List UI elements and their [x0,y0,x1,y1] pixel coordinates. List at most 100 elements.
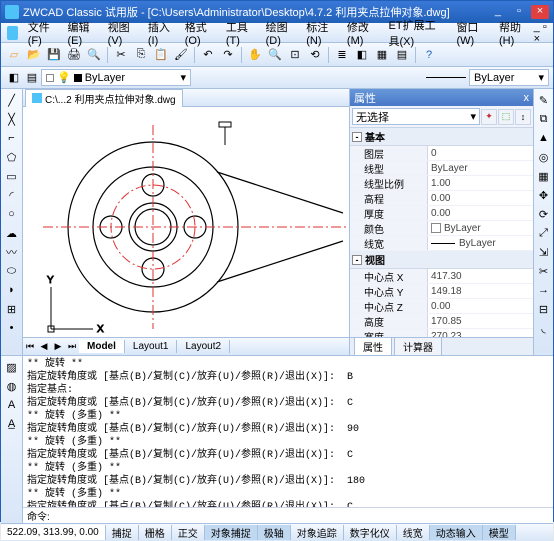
menu-insert[interactable]: 插入(I) [142,17,179,49]
polar-toggle[interactable]: 极轴 [258,525,291,540]
tab-next-icon[interactable]: ▶ [51,341,65,352]
break-icon[interactable]: ⊟ [535,300,553,318]
zoom-rt-icon[interactable]: 🔍 [266,46,284,64]
pline-icon[interactable]: ⌐ [3,129,21,147]
pan-icon[interactable]: ✋ [246,46,264,64]
extend-icon[interactable]: → [535,281,553,299]
print-icon[interactable]: 🖨 [65,46,83,64]
calc-icon[interactable]: ▤ [393,46,411,64]
redo-icon[interactable]: ↷ [219,46,237,64]
polygon-icon[interactable]: ⬠ [3,148,21,166]
tab-prev-icon[interactable]: ◀ [37,341,51,352]
xline-icon[interactable]: ╳ [3,110,21,128]
panel-close-icon[interactable]: x [524,92,530,104]
menu-edit[interactable]: 编辑(E) [61,17,101,49]
text-icon[interactable]: A [3,396,21,414]
save-icon[interactable]: 💾 [45,46,63,64]
doc-close-button[interactable]: × [534,33,540,45]
copy-icon[interactable]: ⎘ [132,46,150,64]
design-icon[interactable]: ◧ [353,46,371,64]
point-icon[interactable]: • [3,319,21,337]
rect-icon[interactable]: ▭ [3,167,21,185]
region-icon[interactable]: ◍ [3,377,21,395]
prop-width-val[interactable]: 270.23 [428,329,533,337]
prop-elev-val[interactable]: 0.00 [428,191,533,205]
array-icon[interactable]: ▦ [535,167,553,185]
menu-help[interactable]: 帮助(H) [493,17,534,49]
menu-dim[interactable]: 标注(N) [300,17,341,49]
tool-pal-icon[interactable]: ▦ [373,46,391,64]
tab-first-icon[interactable]: ⏮ [23,341,37,352]
cat-view[interactable]: -视图 [350,251,533,269]
stretch-icon[interactable]: ⇲ [535,243,553,261]
move-icon[interactable]: ✥ [535,186,553,204]
help-icon[interactable]: ? [420,46,438,64]
doc-max-button[interactable]: ▫ [543,21,547,33]
prop-thick-val[interactable]: 0.00 [428,206,533,220]
tab-model[interactable]: Model [79,340,125,353]
paste-icon[interactable]: 📋 [152,46,170,64]
tab-properties[interactable]: 属性 [354,337,392,355]
match-icon[interactable]: 🖌 [172,46,190,64]
copy-obj-icon[interactable]: ⧉ [535,110,553,128]
cat-basic[interactable]: -基本 [350,128,533,146]
dig-toggle[interactable]: 数字化仪 [344,525,397,540]
new-icon[interactable]: ▱ [5,46,23,64]
zoom-prev-icon[interactable]: ⟲ [306,46,324,64]
revcloud-icon[interactable]: ☁ [3,224,21,242]
menu-tools[interactable]: 工具(T) [220,17,260,49]
linetype-select[interactable]: ByLayer ▾ [469,69,549,86]
block-icon[interactable]: ⊞ [3,300,21,318]
tab-last-icon[interactable]: ⏭ [65,341,79,352]
ellipse-icon[interactable]: ⬭ [3,262,21,280]
prop-layer-val[interactable]: 0 [428,146,533,160]
otrack-toggle[interactable]: 对象追踪 [291,525,344,540]
drawing-canvas[interactable]: Y X [23,107,349,337]
mirror-icon[interactable]: ▲ [535,129,553,147]
doc-min-button[interactable]: _ [534,21,540,33]
line-icon[interactable]: ╱ [3,91,21,109]
quick-select-icon[interactable]: ✦ [481,109,497,125]
spline-icon[interactable]: 〰 [3,243,21,261]
color-icon[interactable]: ◧ [5,69,23,87]
offset-icon[interactable]: ◎ [535,148,553,166]
coord-readout[interactable]: 522.09, 313.99, 0.00 [1,525,106,540]
close-button[interactable]: × [531,5,549,19]
tab-layout2[interactable]: Layout2 [177,340,230,353]
preview-icon[interactable]: 🔍 [85,46,103,64]
prop-cx-val[interactable]: 417.30 [428,269,533,283]
menu-modify[interactable]: 修改(M) [341,17,383,49]
lw-toggle[interactable]: 线宽 [397,525,430,540]
menu-format[interactable]: 格式(O) [179,17,220,49]
tab-layout1[interactable]: Layout1 [125,340,178,353]
prop-linetype-val[interactable]: ByLayer [428,161,533,175]
open-icon[interactable]: 📂 [25,46,43,64]
model-toggle[interactable]: 模型 [483,525,516,540]
mtext-icon[interactable]: A̲ [3,415,21,433]
dyn-toggle[interactable]: 动态输入 [430,525,483,540]
prop-ltscale-val[interactable]: 1.00 [428,176,533,190]
toggle-pick-icon[interactable]: ↕ [515,109,531,125]
tab-calculator[interactable]: 计算器 [394,337,442,355]
command-input[interactable]: 命令: [23,507,553,523]
doc-tab[interactable]: C:\...2 利用夹点拉伸对象.dwg [25,89,183,107]
hatch-icon[interactable]: ▨ [3,358,21,376]
prop-cz-val[interactable]: 0.00 [428,299,533,313]
props-icon[interactable]: ≣ [333,46,351,64]
ortho-toggle[interactable]: 正交 [172,525,205,540]
circle-icon[interactable]: ○ [3,205,21,223]
ellipse-arc-icon[interactable]: ◗ [3,281,21,299]
zoom-win-icon[interactable]: ⊡ [286,46,304,64]
menu-window[interactable]: 窗口(W) [450,17,493,49]
erase-icon[interactable]: ✎ [535,91,553,109]
layer-icon[interactable]: ▤ [23,69,41,87]
menu-file[interactable]: 文件(F) [22,17,62,49]
prop-color-val[interactable]: ByLayer [428,221,533,235]
select-obj-icon[interactable]: ⬚ [498,109,514,125]
trim-icon[interactable]: ✂ [535,262,553,280]
prop-height-val[interactable]: 170.85 [428,314,533,328]
fillet-icon[interactable]: ◟ [535,319,553,337]
rotate-icon[interactable]: ⟳ [535,205,553,223]
cut-icon[interactable]: ✂ [112,46,130,64]
grid-toggle[interactable]: 栅格 [139,525,172,540]
